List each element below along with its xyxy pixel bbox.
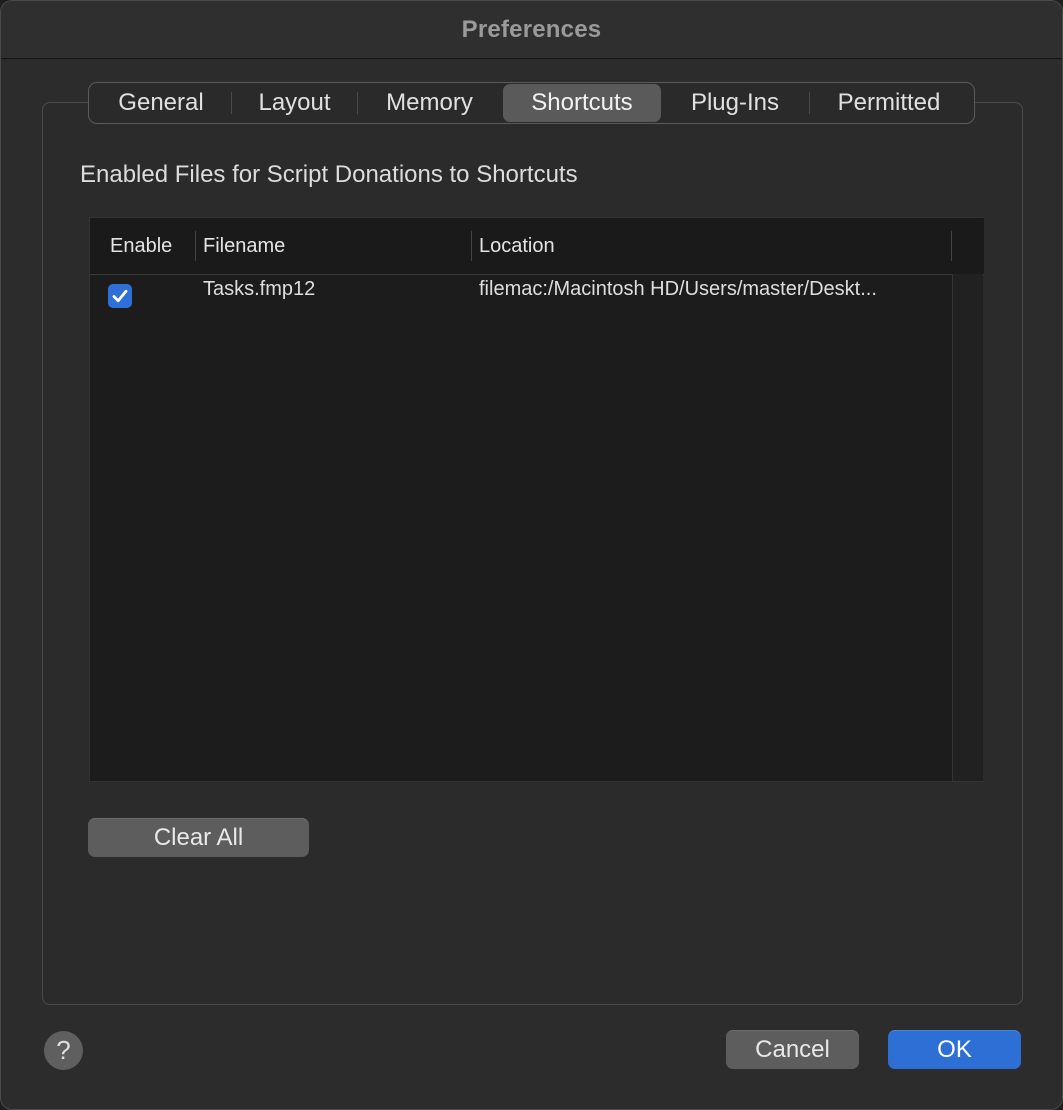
preferences-window: Preferences General Layout Memory Shortc… [0, 0, 1063, 1110]
tab-memory[interactable]: Memory [358, 84, 501, 122]
table-header: Enable Filename Location [90, 218, 984, 275]
window-title: Preferences [461, 15, 602, 43]
tab-general[interactable]: General [91, 84, 231, 122]
section-heading: Enabled Files for Script Donations to Sh… [80, 161, 578, 188]
tab-shortcuts[interactable]: Shortcuts [503, 84, 661, 122]
help-button[interactable]: ? [44, 1031, 83, 1070]
ok-button[interactable]: OK [888, 1030, 1021, 1069]
column-divider [471, 231, 472, 261]
enable-checkbox[interactable] [108, 284, 132, 308]
clear-all-button[interactable]: Clear All [88, 818, 309, 857]
column-divider [951, 231, 952, 261]
location-cell: filemac:/Macintosh HD/Users/master/Deskt… [479, 278, 877, 300]
column-header-location[interactable]: Location [479, 218, 555, 274]
table-row[interactable]: Tasks.fmp12 filemac:/Macintosh HD/Users/… [90, 274, 952, 312]
tab-bar: General Layout Memory Shortcuts Plug-Ins… [88, 82, 975, 124]
question-mark-icon: ? [56, 1035, 71, 1065]
tab-permitted[interactable]: Permitted [810, 84, 968, 122]
checkmark-icon [112, 289, 128, 303]
tab-plug-ins[interactable]: Plug-Ins [661, 84, 809, 122]
column-divider [195, 231, 196, 261]
vertical-scrollbar[interactable] [952, 274, 983, 781]
column-header-enable[interactable]: Enable [110, 218, 172, 274]
column-header-filename[interactable]: Filename [203, 218, 285, 274]
shortcuts-files-table: Enable Filename Location Tasks.fmp12 fil… [89, 217, 984, 782]
title-bar: Preferences [1, 1, 1062, 59]
filename-cell: Tasks.fmp12 [203, 278, 316, 300]
cancel-button[interactable]: Cancel [726, 1030, 859, 1069]
tab-layout[interactable]: Layout [232, 84, 357, 122]
